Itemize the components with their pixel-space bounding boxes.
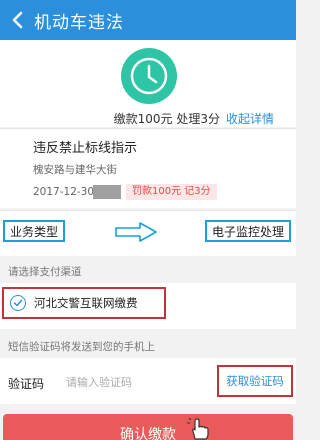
sms-notice: 短信验证码将发送到您的手机上 bbox=[8, 341, 155, 353]
back-button[interactable] bbox=[0, 0, 34, 40]
business-type-row: 业务类型 电子监控处理 bbox=[0, 210, 296, 256]
fee-text: 缴款100元 处理3分 bbox=[113, 112, 220, 126]
business-type-label: 业务类型 bbox=[3, 220, 65, 242]
chevron-left-icon bbox=[12, 11, 23, 29]
fee-line: 缴款100元 处理3分 收起详情 bbox=[0, 110, 296, 127]
violation-date: 2017-12-30 bbox=[33, 186, 95, 198]
process-type-value: 电子监控处理 bbox=[205, 220, 291, 242]
check-circle-icon bbox=[10, 295, 26, 311]
fee-summary: 缴款100元 处理3分 收起详情 bbox=[0, 40, 296, 127]
verification-code-input[interactable] bbox=[66, 372, 196, 392]
payment-channel-name: 河北交警互联网缴费 bbox=[34, 296, 138, 310]
clock-icon bbox=[121, 48, 177, 104]
redacted-block bbox=[93, 185, 121, 199]
collapse-details-link[interactable]: 收起详情 bbox=[226, 112, 274, 126]
right-arrow-icon bbox=[115, 222, 157, 242]
page-title: 机动车违法 bbox=[34, 12, 124, 33]
violation-location: 槐安路与建华大街 bbox=[33, 164, 117, 176]
violation-card: 违反禁止标线指示 槐安路与建华大街 2017-12-30 罚款100元 记3分 bbox=[0, 128, 296, 208]
code-label: 验证码 bbox=[8, 377, 45, 391]
penalty-badge: 罚款100元 记3分 bbox=[126, 184, 217, 200]
payment-section-label: 请选择支付渠道 bbox=[8, 266, 82, 278]
hand-pointer-icon bbox=[187, 418, 209, 440]
payment-channel-option[interactable]: 河北交警互联网缴费 bbox=[2, 287, 166, 319]
verification-code-row: 验证码 获取验证码 bbox=[0, 358, 296, 404]
violation-title: 违反禁止标线指示 bbox=[33, 141, 138, 156]
header-bar: 机动车违法 bbox=[0, 0, 296, 40]
confirm-payment-button[interactable]: 确认缴款 bbox=[3, 414, 293, 440]
get-code-button[interactable]: 获取验证码 bbox=[217, 365, 293, 397]
payment-channel-row: 河北交警互联网缴费 bbox=[0, 283, 296, 329]
